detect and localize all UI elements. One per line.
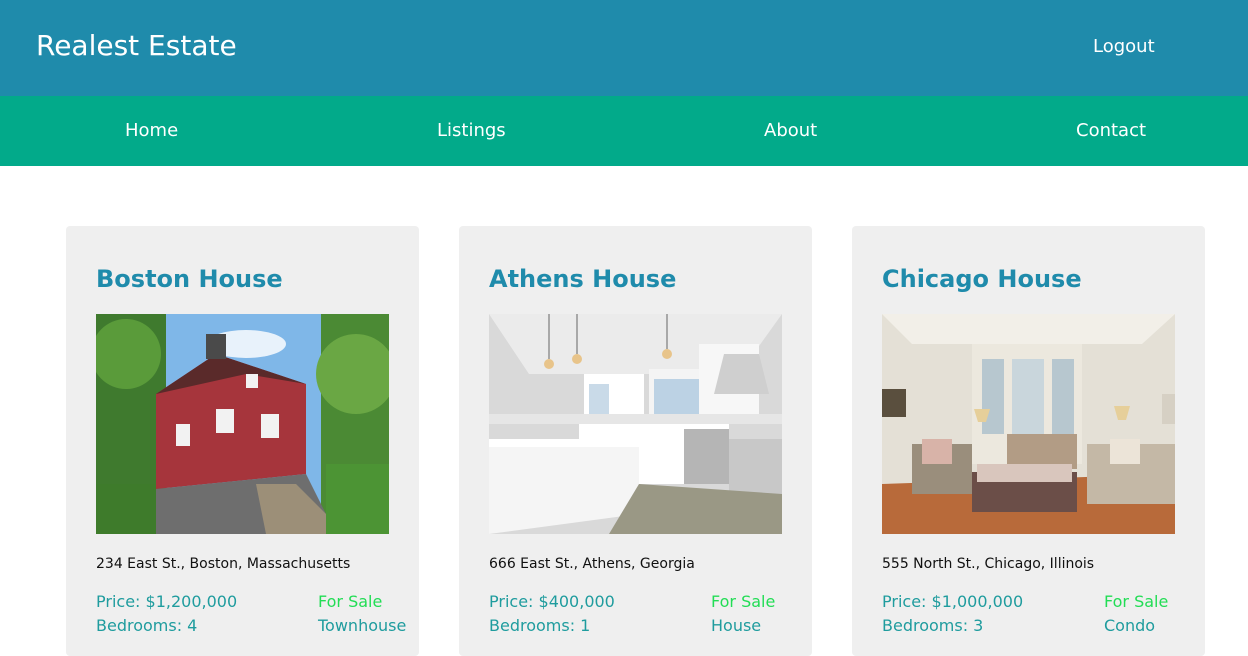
listing-title[interactable]: Athens House xyxy=(489,264,676,294)
listing-status: For Sale xyxy=(318,592,383,611)
listing-title[interactable]: Chicago House xyxy=(882,264,1082,294)
listing-type: Condo xyxy=(1104,616,1156,635)
listing-photo[interactable] xyxy=(882,314,1175,534)
listing-card[interactable]: Athens House 666 East St., Athens, Georg… xyxy=(459,226,812,656)
kitchen-photo-icon xyxy=(489,314,782,534)
nav-item-about[interactable]: About xyxy=(764,120,817,142)
nav-item-home[interactable]: Home xyxy=(125,120,178,142)
house-photo-icon xyxy=(96,314,389,534)
listing-bedrooms: Bedrooms: 4 xyxy=(96,616,198,635)
listing-bedrooms: Bedrooms: 3 xyxy=(882,616,984,635)
logout-link[interactable]: Logout xyxy=(1093,36,1155,58)
listing-address: 666 East St., Athens, Georgia xyxy=(489,556,695,572)
listing-price: Price: $400,000 xyxy=(489,592,615,611)
listing-card[interactable]: Chicago House 555 North St., Chicago, Il… xyxy=(852,226,1205,656)
listing-status: For Sale xyxy=(711,592,776,611)
listing-type: House xyxy=(711,616,762,635)
top-header: Realest Estate Logout xyxy=(0,0,1248,96)
listing-address: 555 North St., Chicago, Illinois xyxy=(882,556,1095,572)
listing-bedrooms: Bedrooms: 1 xyxy=(489,616,591,635)
listing-type: Townhouse xyxy=(318,616,407,635)
listing-price: Price: $1,200,000 xyxy=(96,592,238,611)
listing-card[interactable]: Boston House 234 East St., Boston, Massa… xyxy=(66,226,419,656)
site-brand[interactable]: Realest Estate xyxy=(36,28,237,64)
listing-status: For Sale xyxy=(1104,592,1169,611)
living-room-photo-icon xyxy=(882,314,1175,534)
listing-photo[interactable] xyxy=(489,314,782,534)
nav-item-listings[interactable]: Listings xyxy=(437,120,506,142)
main-nav: Home Listings About Contact xyxy=(0,96,1248,166)
listing-title[interactable]: Boston House xyxy=(96,264,283,294)
nav-item-contact[interactable]: Contact xyxy=(1076,120,1146,142)
listing-address: 234 East St., Boston, Massachusetts xyxy=(96,556,351,572)
listing-photo[interactable] xyxy=(96,314,389,534)
listing-price: Price: $1,000,000 xyxy=(882,592,1024,611)
